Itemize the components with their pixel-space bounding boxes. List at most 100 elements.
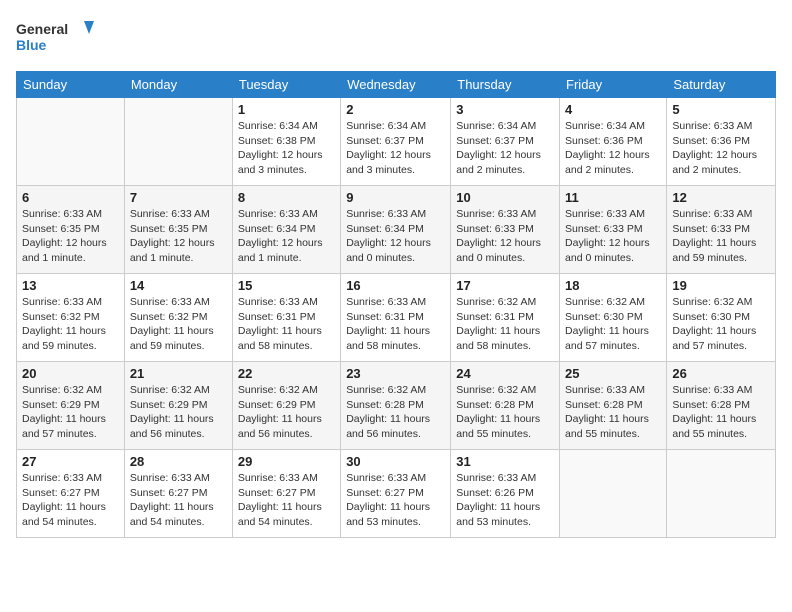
calendar-cell: 17 Sunrise: 6:32 AM Sunset: 6:31 PM Dayli…	[451, 274, 560, 362]
day-info: Sunrise: 6:34 AM Sunset: 6:38 PM Dayligh…	[238, 119, 335, 178]
day-info: Sunrise: 6:33 AM Sunset: 6:28 PM Dayligh…	[565, 383, 661, 442]
page-header: General Blue	[16, 16, 776, 61]
calendar-cell: 1 Sunrise: 6:34 AM Sunset: 6:38 PM Daylig…	[232, 98, 340, 186]
calendar-cell: 23 Sunrise: 6:32 AM Sunset: 6:28 PM Dayli…	[341, 362, 451, 450]
day-number: 29	[238, 454, 335, 469]
calendar-cell	[17, 98, 125, 186]
day-info: Sunrise: 6:33 AM Sunset: 6:26 PM Dayligh…	[456, 471, 554, 530]
calendar-cell: 8 Sunrise: 6:33 AM Sunset: 6:34 PM Daylig…	[232, 186, 340, 274]
day-number: 20	[22, 366, 119, 381]
day-info: Sunrise: 6:32 AM Sunset: 6:31 PM Dayligh…	[456, 295, 554, 354]
calendar-cell: 31 Sunrise: 6:33 AM Sunset: 6:26 PM Dayli…	[451, 450, 560, 538]
day-info: Sunrise: 6:33 AM Sunset: 6:33 PM Dayligh…	[565, 207, 661, 266]
calendar-cell: 24Sunrise: 6:32 AM Sunset: 6:28 PM Dayli…	[451, 362, 560, 450]
day-info: Sunrise: 6:33 AM Sunset: 6:31 PM Dayligh…	[238, 295, 335, 354]
day-number: 31	[456, 454, 554, 469]
calendar-table: SundayMondayTuesdayWednesdayThursdayFrid…	[16, 71, 776, 538]
day-info: Sunrise: 6:33 AM Sunset: 6:36 PM Dayligh…	[672, 119, 770, 178]
calendar-week-row: 13Sunrise: 6:33 AM Sunset: 6:32 PM Dayli…	[17, 274, 776, 362]
day-info: Sunrise: 6:33 AM Sunset: 6:27 PM Dayligh…	[238, 471, 335, 530]
weekday-header: Friday	[560, 72, 667, 98]
day-number: 27	[22, 454, 119, 469]
calendar-cell: 9 Sunrise: 6:33 AM Sunset: 6:34 PM Daylig…	[341, 186, 451, 274]
calendar-cell	[560, 450, 667, 538]
day-info: Sunrise: 6:32 AM Sunset: 6:29 PM Dayligh…	[22, 383, 119, 442]
day-number: 24	[456, 366, 554, 381]
day-number: 15	[238, 278, 335, 293]
day-info: Sunrise: 6:33 AM Sunset: 6:35 PM Dayligh…	[130, 207, 227, 266]
weekday-row: SundayMondayTuesdayWednesdayThursdayFrid…	[17, 72, 776, 98]
day-info: Sunrise: 6:32 AM Sunset: 6:30 PM Dayligh…	[672, 295, 770, 354]
svg-text:General: General	[16, 21, 68, 37]
calendar-cell: 6Sunrise: 6:33 AM Sunset: 6:35 PM Daylig…	[17, 186, 125, 274]
day-info: Sunrise: 6:32 AM Sunset: 6:29 PM Dayligh…	[238, 383, 335, 442]
calendar-cell: 11 Sunrise: 6:33 AM Sunset: 6:33 PM Dayli…	[560, 186, 667, 274]
day-number: 16	[346, 278, 445, 293]
calendar-cell	[124, 98, 232, 186]
weekday-header: Saturday	[667, 72, 776, 98]
day-number: 21	[130, 366, 227, 381]
weekday-header: Sunday	[17, 72, 125, 98]
calendar-cell: 28 Sunrise: 6:33 AM Sunset: 6:27 PM Dayli…	[124, 450, 232, 538]
day-info: Sunrise: 6:33 AM Sunset: 6:32 PM Dayligh…	[22, 295, 119, 354]
day-number: 18	[565, 278, 661, 293]
calendar-cell: 13Sunrise: 6:33 AM Sunset: 6:32 PM Dayli…	[17, 274, 125, 362]
day-number: 9	[346, 190, 445, 205]
calendar-cell: 29 Sunrise: 6:33 AM Sunset: 6:27 PM Dayli…	[232, 450, 340, 538]
day-number: 7	[130, 190, 227, 205]
calendar-cell: 25 Sunrise: 6:33 AM Sunset: 6:28 PM Dayli…	[560, 362, 667, 450]
day-number: 8	[238, 190, 335, 205]
day-info: Sunrise: 6:34 AM Sunset: 6:36 PM Dayligh…	[565, 119, 661, 178]
calendar-cell: 2 Sunrise: 6:34 AM Sunset: 6:37 PM Daylig…	[341, 98, 451, 186]
calendar-cell: 18 Sunrise: 6:32 AM Sunset: 6:30 PM Dayli…	[560, 274, 667, 362]
calendar-week-row: 1 Sunrise: 6:34 AM Sunset: 6:38 PM Daylig…	[17, 98, 776, 186]
day-number: 3	[456, 102, 554, 117]
day-number: 2	[346, 102, 445, 117]
day-number: 11	[565, 190, 661, 205]
weekday-header: Monday	[124, 72, 232, 98]
calendar-cell: 27 Sunrise: 6:33 AM Sunset: 6:27 PM Dayli…	[17, 450, 125, 538]
day-number: 22	[238, 366, 335, 381]
day-number: 23	[346, 366, 445, 381]
day-info: Sunrise: 6:33 AM Sunset: 6:27 PM Dayligh…	[22, 471, 119, 530]
weekday-header: Wednesday	[341, 72, 451, 98]
calendar-cell: 30Sunrise: 6:33 AM Sunset: 6:27 PM Dayli…	[341, 450, 451, 538]
calendar-cell: 5Sunrise: 6:33 AM Sunset: 6:36 PM Daylig…	[667, 98, 776, 186]
day-info: Sunrise: 6:34 AM Sunset: 6:37 PM Dayligh…	[346, 119, 445, 178]
calendar-header: SundayMondayTuesdayWednesdayThursdayFrid…	[17, 72, 776, 98]
day-info: Sunrise: 6:33 AM Sunset: 6:34 PM Dayligh…	[346, 207, 445, 266]
day-info: Sunrise: 6:33 AM Sunset: 6:27 PM Dayligh…	[130, 471, 227, 530]
day-info: Sunrise: 6:33 AM Sunset: 6:35 PM Dayligh…	[22, 207, 119, 266]
day-info: Sunrise: 6:33 AM Sunset: 6:33 PM Dayligh…	[456, 207, 554, 266]
calendar-week-row: 6Sunrise: 6:33 AM Sunset: 6:35 PM Daylig…	[17, 186, 776, 274]
day-number: 28	[130, 454, 227, 469]
calendar-cell: 15 Sunrise: 6:33 AM Sunset: 6:31 PM Dayli…	[232, 274, 340, 362]
day-info: Sunrise: 6:34 AM Sunset: 6:37 PM Dayligh…	[456, 119, 554, 178]
day-info: Sunrise: 6:32 AM Sunset: 6:28 PM Dayligh…	[346, 383, 445, 442]
calendar-cell: 10Sunrise: 6:33 AM Sunset: 6:33 PM Dayli…	[451, 186, 560, 274]
svg-text:Blue: Blue	[16, 37, 47, 53]
logo: General Blue	[16, 16, 96, 61]
calendar-cell: 14 Sunrise: 6:33 AM Sunset: 6:32 PM Dayli…	[124, 274, 232, 362]
day-number: 1	[238, 102, 335, 117]
calendar-cell: 12 Sunrise: 6:33 AM Sunset: 6:33 PM Dayli…	[667, 186, 776, 274]
calendar-cell: 3 Sunrise: 6:34 AM Sunset: 6:37 PM Daylig…	[451, 98, 560, 186]
day-number: 4	[565, 102, 661, 117]
day-number: 14	[130, 278, 227, 293]
day-number: 26	[672, 366, 770, 381]
day-number: 12	[672, 190, 770, 205]
calendar-week-row: 27 Sunrise: 6:33 AM Sunset: 6:27 PM Dayli…	[17, 450, 776, 538]
calendar-week-row: 20 Sunrise: 6:32 AM Sunset: 6:29 PM Dayli…	[17, 362, 776, 450]
calendar-cell: 19Sunrise: 6:32 AM Sunset: 6:30 PM Dayli…	[667, 274, 776, 362]
day-info: Sunrise: 6:33 AM Sunset: 6:32 PM Dayligh…	[130, 295, 227, 354]
calendar-cell: 26Sunrise: 6:33 AM Sunset: 6:28 PM Dayli…	[667, 362, 776, 450]
day-number: 30	[346, 454, 445, 469]
day-info: Sunrise: 6:33 AM Sunset: 6:31 PM Dayligh…	[346, 295, 445, 354]
calendar-cell: 7 Sunrise: 6:33 AM Sunset: 6:35 PM Daylig…	[124, 186, 232, 274]
day-info: Sunrise: 6:33 AM Sunset: 6:34 PM Dayligh…	[238, 207, 335, 266]
day-info: Sunrise: 6:32 AM Sunset: 6:30 PM Dayligh…	[565, 295, 661, 354]
calendar-body: 1 Sunrise: 6:34 AM Sunset: 6:38 PM Daylig…	[17, 98, 776, 538]
day-info: Sunrise: 6:33 AM Sunset: 6:33 PM Dayligh…	[672, 207, 770, 266]
day-number: 25	[565, 366, 661, 381]
day-number: 17	[456, 278, 554, 293]
